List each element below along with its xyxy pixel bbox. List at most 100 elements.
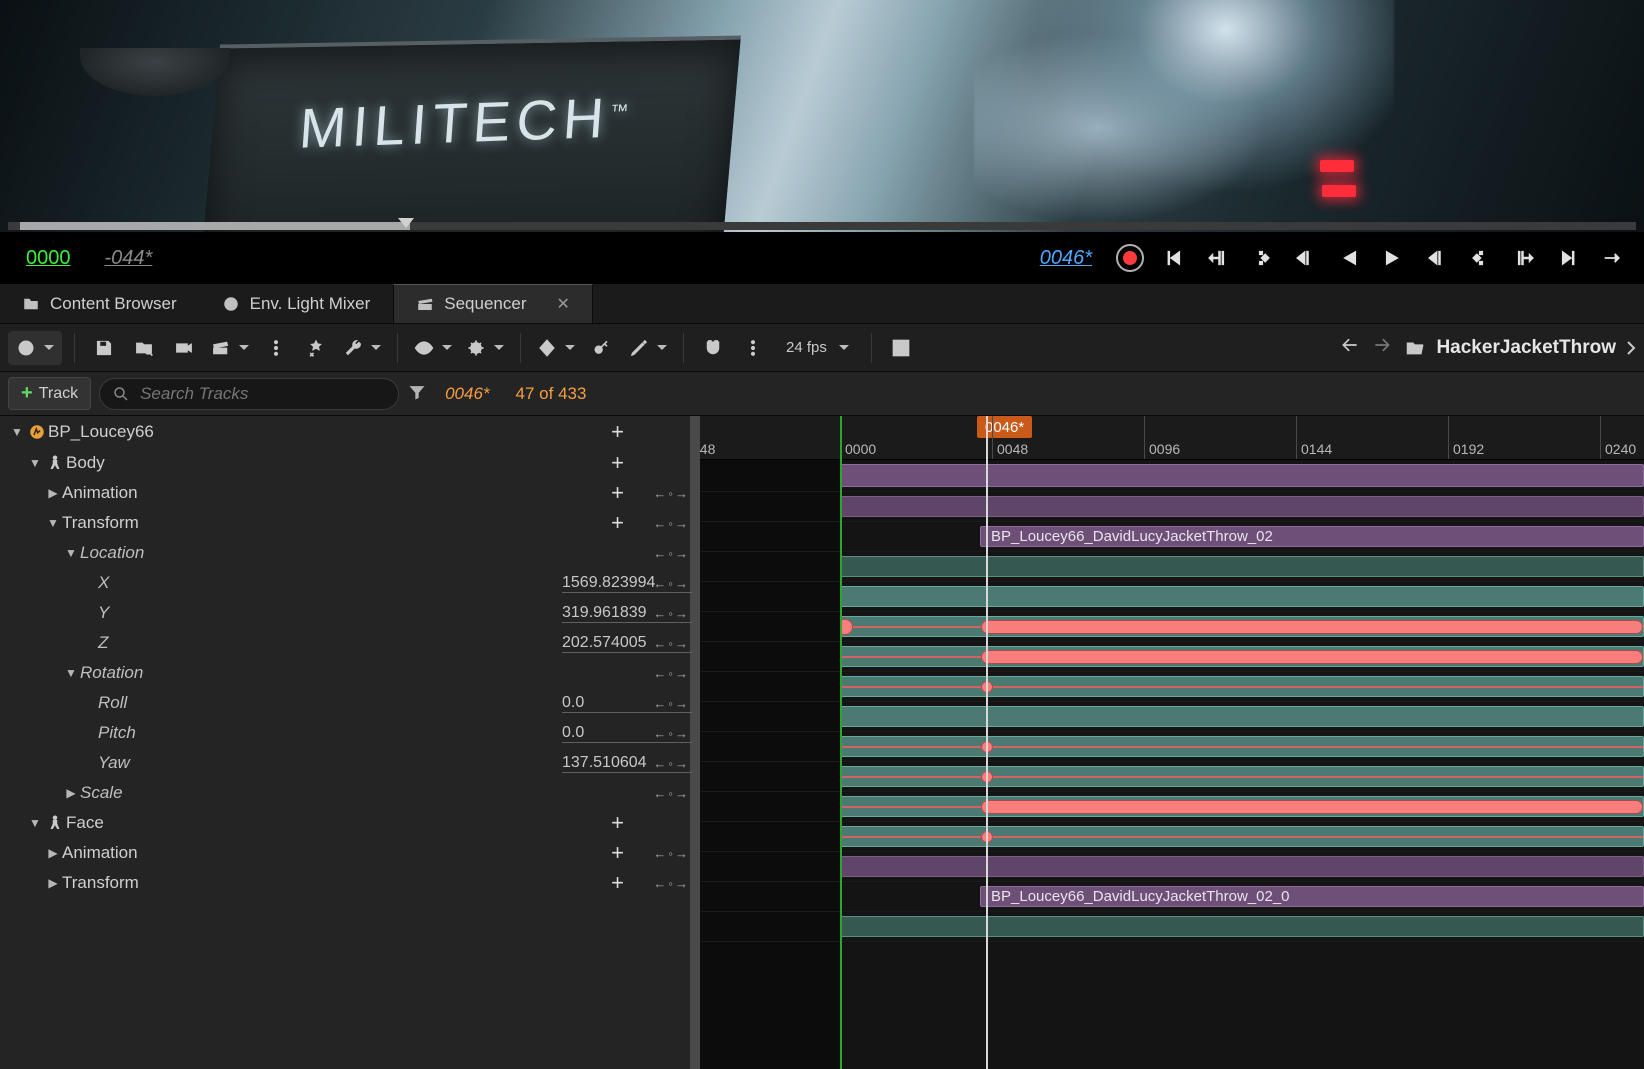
keyframe-range[interactable] [981,650,1643,664]
prev-key[interactable]: ← [653,696,666,711]
add-subtrack-button[interactable]: + [611,419,624,445]
clip-face[interactable] [840,856,1644,877]
frame-offset[interactable]: -044* [95,245,163,272]
add-subtrack-button[interactable]: + [611,480,624,506]
record-button[interactable] [1116,244,1144,272]
edit-mode-dropdown[interactable] [625,331,671,365]
next-key[interactable]: → [675,696,688,711]
scrub-head[interactable] [398,218,414,228]
prev-key[interactable]: ← [653,666,666,681]
prev-key[interactable]: ← [653,606,666,621]
clip-location[interactable] [840,586,1644,607]
go-to-start-button[interactable] [1158,243,1188,273]
clip-body[interactable] [840,496,1644,517]
next-key[interactable]: → [675,726,688,741]
outliner-scale[interactable]: ▶ Scale ←◦→ [0,778,700,808]
prev-key[interactable]: ← [653,876,666,891]
clip-y[interactable] [840,646,1644,667]
add-key[interactable]: ◦ [668,876,673,891]
next-key[interactable]: → [675,516,688,531]
timeline[interactable]: 0046* 048 0000 0048 0096 0144 0192 0240 … [700,416,1644,1069]
outliner-body-row[interactable]: ▼ Body + [0,448,700,478]
outliner[interactable]: ▼ BP_Loucey66 + ▼ Body + ▶ Animation + ←… [0,416,700,1069]
clip-actor[interactable] [840,464,1644,487]
search-input[interactable] [138,383,386,405]
next-key[interactable]: → [675,546,688,561]
outliner-face-animation[interactable]: ▶ Animation + ←◦→ [0,838,700,868]
next-key[interactable]: → [675,666,688,681]
fps-dropdown[interactable]: 24 fps [776,339,859,356]
prev-key[interactable]: ← [653,846,666,861]
clip-face-transform[interactable] [840,916,1644,937]
next-key[interactable]: → [675,876,688,891]
breadcrumb[interactable]: HackerJacketThrow [1404,337,1636,359]
expand-toggle[interactable]: ▶ [44,846,62,860]
outliner-location[interactable]: ▼ Location ← ◦ → [0,538,700,568]
clip-scale[interactable] [840,826,1644,847]
expand-toggle[interactable]: ▼ [62,666,80,680]
add-key[interactable]: ◦ [668,546,673,561]
prev-key[interactable]: ← [653,756,666,771]
expand-toggle[interactable]: ▼ [44,516,62,530]
clip-roll[interactable] [840,736,1644,757]
frame-start[interactable]: 0000 [16,245,81,272]
outliner-rot-roll[interactable]: Roll 0.0 ←◦→ [0,688,700,718]
outliner-rotation[interactable]: ▼ Rotation ←◦→ [0,658,700,688]
outliner-rot-pitch[interactable]: Pitch 0.0 ←◦→ [0,718,700,748]
tab-sequencer[interactable]: Sequencer ✕ [393,284,593,323]
clip-yaw[interactable] [840,796,1644,817]
clip-x[interactable] [840,616,1644,637]
snap-toggle[interactable] [696,331,730,365]
nav-back-button[interactable] [1340,335,1360,360]
expand-toggle[interactable]: ▼ [8,425,26,439]
step-back-frame-button[interactable] [1290,243,1320,273]
play-forward-button[interactable] [1378,243,1408,273]
clip-body-transform[interactable] [840,556,1644,577]
expand-toggle[interactable]: ▶ [44,486,62,500]
outliner-body-transform[interactable]: ▼ Transform + ← ◦ → [0,508,700,538]
jump-forward-key-button[interactable] [1510,243,1540,273]
expand-toggle[interactable]: ▶ [44,876,62,890]
outliner-face-transform[interactable]: ▶ Transform + ←◦→ [0,868,700,898]
tab-env-light-mixer[interactable]: Env. Light Mixer [200,284,394,323]
tab-content-browser[interactable]: Content Browser [0,284,200,323]
keyframe[interactable] [841,619,853,635]
add-key[interactable]: ◦ [668,786,673,801]
add-key[interactable]: ◦ [668,606,673,621]
clip-body-anim[interactable]: BP_Loucey66_DavidLucyJacketThrow_02 [980,526,1644,547]
prev-key[interactable]: ← [653,576,666,591]
actions-button[interactable] [299,331,333,365]
world-dropdown[interactable] [8,331,62,365]
keyframe-range[interactable] [981,620,1643,634]
add-subtrack-button[interactable]: + [611,510,624,536]
key-mode-dropdown[interactable] [533,331,579,365]
next-key[interactable]: → [675,786,688,801]
close-icon[interactable]: ✕ [556,294,569,314]
add-key[interactable]: ◦ [668,576,673,591]
add-subtrack-button[interactable]: + [611,810,624,836]
clip-z[interactable] [840,676,1644,697]
next-key[interactable]: → [675,846,688,861]
step-forward-key-button[interactable] [1466,243,1496,273]
add-subtrack-button[interactable]: + [611,840,624,866]
add-key[interactable]: ◦ [668,696,673,711]
view-dropdown[interactable] [410,331,456,365]
keyframe-range[interactable] [981,800,1643,814]
add-key[interactable]: ◦ [668,666,673,681]
outliner-body-animation[interactable]: ▶ Animation + ← ◦ → [0,478,700,508]
add-key[interactable]: ◦ [668,486,673,501]
nav-forward-button[interactable] [1372,335,1392,360]
step-back-key-button[interactable] [1246,243,1276,273]
prev-key[interactable]: ← [653,786,666,801]
wrench-dropdown[interactable] [339,331,385,365]
clip-pitch[interactable] [840,766,1644,787]
add-track-button[interactable]: + Track [8,377,91,410]
render-button[interactable] [167,331,201,365]
add-key[interactable]: ◦ [668,516,673,531]
go-to-end-button[interactable] [1554,243,1584,273]
add-key[interactable]: ◦ [668,756,673,771]
jump-back-key-button[interactable] [1202,243,1232,273]
search-tracks-wrap[interactable] [99,378,399,410]
prev-key[interactable]: ← [653,486,666,501]
browse-button[interactable] [127,331,161,365]
